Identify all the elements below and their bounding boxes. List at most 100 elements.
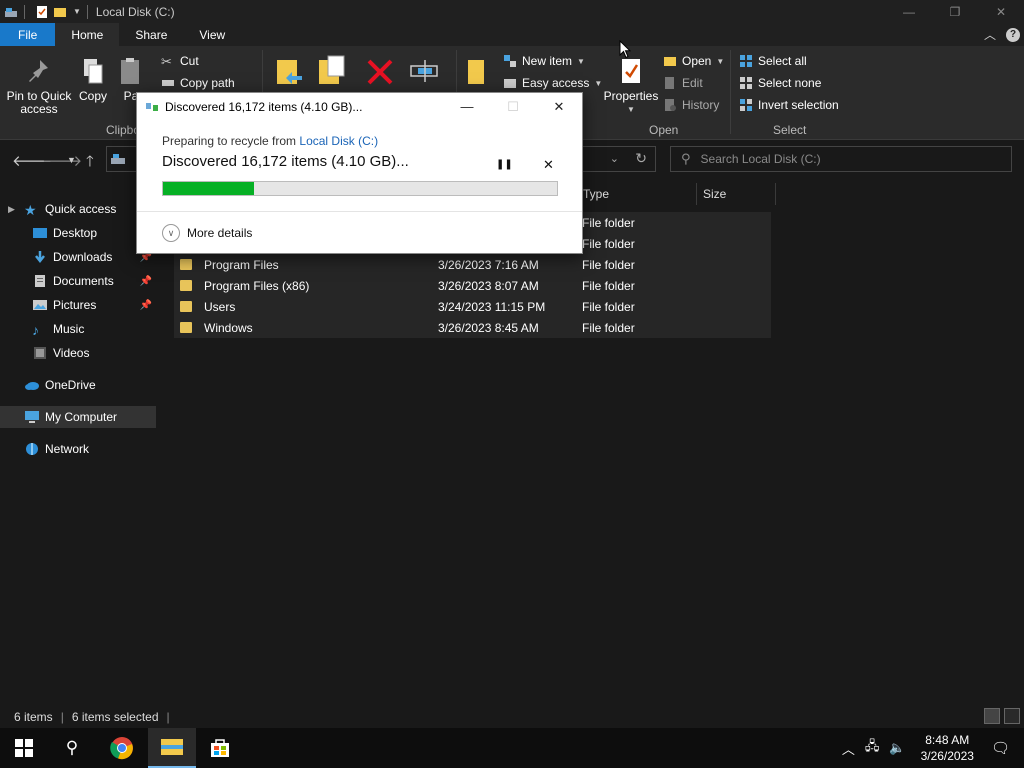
network-tray-icon[interactable]: 🖧 [865,737,880,759]
table-row[interactable]: Program Files 3/26/2023 7:16 AM File fol… [174,254,771,275]
star-icon: ★ [24,202,37,218]
select-none-button[interactable]: Select none [739,76,821,90]
search-input[interactable]: ⚲ Search Local Disk (C:) [670,146,1012,172]
sidebar-item-label: Documents [53,274,114,288]
start-button[interactable] [0,728,48,768]
rename-icon[interactable] [408,58,440,84]
sidebar-item-onedrive[interactable]: OneDrive [0,374,156,396]
sidebar-item-downloads[interactable]: Downloads 📌 [0,246,156,268]
open-group-label: Open [649,123,679,137]
minimize-button[interactable]: — [886,0,932,23]
file-date: 3/26/2023 7:16 AM [438,257,539,272]
sidebar-item-desktop[interactable]: Desktop 📌 [0,222,156,244]
videos-icon [34,347,46,359]
copy-label: Copy [78,89,107,103]
search-placeholder: Search Local Disk (C:) [700,152,821,166]
tab-share[interactable]: Share [119,23,183,46]
table-row[interactable]: Windows 3/26/2023 8:45 AM File folder [174,317,771,338]
new-folder-icon[interactable] [53,5,67,19]
properties-label: Properties [603,89,659,103]
history-button[interactable]: History [663,98,719,112]
drive-icon[interactable] [4,5,18,19]
table-row[interactable]: Users 3/24/2023 11:15 PM File folder [174,296,771,317]
easy-access-button[interactable]: Easy access ▼ [503,76,602,90]
collapse-ribbon-icon[interactable]: ︿ [984,26,996,43]
delete-icon[interactable] [366,58,394,86]
sidebar-item-music[interactable]: ♪ Music [0,318,156,340]
new-folder-big-icon[interactable] [464,56,490,88]
customize-quick-access-icon[interactable]: ▼ [73,7,81,16]
new-item-button[interactable]: New item ▼ [503,54,585,68]
file-explorer-taskbar-button[interactable] [148,728,196,768]
search-icon: ⚲ [65,738,79,757]
copy-button[interactable]: Copy [78,56,108,103]
sidebar-item-network[interactable]: Network [0,438,156,460]
volume-icon[interactable]: 🔈 [889,740,905,756]
chrome-taskbar-button[interactable] [98,728,146,768]
properties-icon[interactable] [35,5,49,19]
cancel-button[interactable]: ✕ [543,157,554,173]
column-header-type[interactable]: Type [583,183,609,205]
sidebar-item-videos[interactable]: Videos [0,342,156,364]
dialog-maximize-button: ☐ [507,98,519,114]
tab-file[interactable]: File [0,23,56,46]
details-view-icon[interactable] [984,708,1000,724]
open-button[interactable]: Open ▼ [663,54,724,68]
pause-button[interactable]: ❚❚ [496,159,513,170]
clock[interactable]: 8:48 AM 3/26/2023 [921,732,974,764]
clipboard-group-label: Clipbo [106,123,141,137]
open-caret-icon: ▼ [716,56,725,66]
taskbar: ⚲ ︿ 🖧 🔈 8:48 AM 3/26/2023 🗨 [0,728,1024,768]
address-dropdown-icon[interactable]: ⌄ [610,152,619,165]
store-taskbar-button[interactable] [196,728,244,768]
large-icons-view-icon[interactable] [1004,708,1020,724]
file-type: File folder [582,215,635,230]
file-name: Program Files (x86) [204,278,310,293]
folder-icon [180,301,192,312]
pin-to-quick-access-button[interactable]: Pin to Quick access [6,56,72,116]
tab-home[interactable]: Home [55,23,120,46]
dialog-close-button[interactable]: ✕ [536,93,582,120]
refresh-icon[interactable]: ↻ [635,150,647,167]
maximize-button[interactable]: ❐ [932,0,978,23]
recycle-progress-icon [146,102,158,111]
table-row[interactable]: Program Files (x86) 3/26/2023 8:07 AM Fi… [174,275,771,296]
file-name: Program Files [204,257,279,272]
clock-time: 8:48 AM [925,733,970,747]
move-to-icon[interactable] [274,56,304,88]
cut-label: Cut [180,54,199,68]
search-taskbar-button[interactable]: ⚲ [48,728,96,768]
cut-button[interactable]: ✂ Cut [161,54,199,69]
open-label: Open [682,54,712,68]
source-location-link[interactable]: Local Disk (C:) [299,134,378,148]
copy-path-button[interactable]: Copy path [161,76,235,90]
more-details-toggle[interactable]: ∨ More details [162,224,252,242]
dialog-minimize-button[interactable]: — [444,93,490,120]
sidebar-item-quick-access[interactable]: ★ Quick access [0,198,156,220]
scissors-icon: ✂ [161,54,172,69]
recent-locations-icon[interactable]: ▼ [67,155,76,165]
select-all-button[interactable]: Select all [739,54,807,68]
close-button[interactable]: ✕ [978,0,1024,23]
preparing-text: Preparing to recycle from Local Disk (C:… [162,134,562,148]
copy-to-icon[interactable] [316,54,348,86]
forward-arrow-icon[interactable]: 🡒 [42,151,82,170]
up-arrow-icon[interactable]: 🡑 [86,151,94,176]
properties-big-icon [622,59,640,83]
sidebar-item-documents[interactable]: Documents 📌 [0,270,156,292]
chevron-down-icon: ∨ [162,224,180,242]
properties-button[interactable]: Properties ▼ [603,56,659,116]
select-none-label: Select none [758,76,822,90]
edit-button[interactable]: Edit [663,76,703,90]
sidebar-item-pictures[interactable]: Pictures 📌 [0,294,156,316]
invert-selection-button[interactable]: Invert selection [739,98,839,112]
window-title: Local Disk (C:) [95,4,175,19]
tab-view[interactable]: View [183,23,241,46]
sidebar-item-my-computer[interactable]: My Computer [0,406,156,428]
show-hidden-icons-icon[interactable]: ︿ [842,739,855,758]
select-group-label: Select [773,123,807,137]
column-header-size[interactable]: Size [703,183,726,205]
separator [86,4,88,19]
help-icon[interactable]: ? [1006,27,1020,42]
notifications-icon[interactable]: 🗨 [991,739,1010,757]
